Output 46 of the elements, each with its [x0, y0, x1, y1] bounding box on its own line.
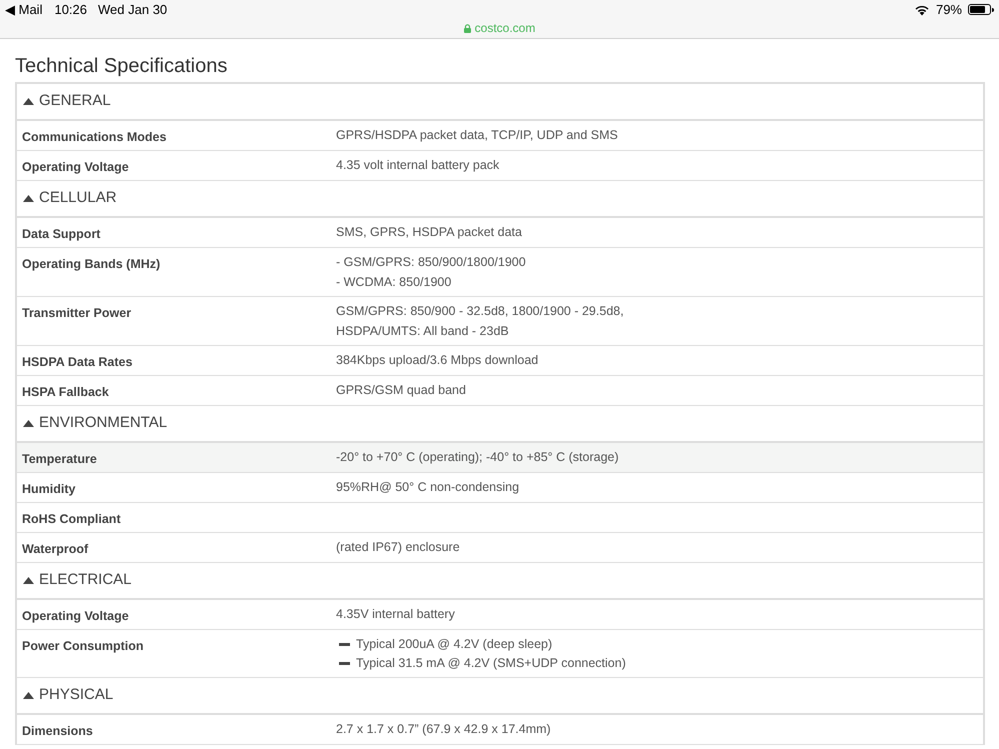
triangle-icon — [23, 420, 34, 427]
spec-label: HSDPA Data Rates — [22, 355, 132, 369]
page-title: Technical Specifications — [15, 54, 228, 79]
status-date: Wed Jan 30 — [98, 0, 168, 19]
spec-value: 4.35 volt internal battery pack — [336, 157, 500, 174]
spec-label: Data Support — [22, 227, 100, 241]
spec-label: Operating Bands (MHz) — [22, 257, 160, 271]
spec-value: - WCDMA: 850/1900 — [336, 274, 452, 291]
spec-label: Communications Modes — [22, 130, 166, 144]
spec-value: Typical 200uA @ 4.2V (deep sleep) — [356, 636, 552, 653]
triangle-icon — [23, 577, 34, 584]
spec-value: GPRS/HSDPA packet data, TCP/IP, UDP and SMS — [336, 127, 619, 144]
spec-label: Humidity — [22, 482, 76, 496]
spec-value: 2.7 x 1.7 x 0.7” (67.9 x 42.9 x 17.4mm) — [336, 721, 552, 738]
spec-value: 4.35V internal battery — [336, 606, 456, 623]
back-to-app-link[interactable]: ◀ Mail — [5, 0, 42, 20]
spec-value: (rated IP67) enclosure — [336, 539, 461, 556]
spec-label: Transmitter Power — [22, 306, 132, 320]
spec-value: - GSM/GPRS: 850/900/1800/1900 — [336, 254, 527, 271]
triangle-icon — [23, 692, 34, 699]
dash-bullet-icon — [339, 662, 350, 664]
spec-value: 384Kbps upload/3.6 Mbps download — [336, 352, 540, 369]
spec-value: 95%RH@ 50° C non-condensing — [336, 479, 520, 496]
triangle-icon — [23, 195, 34, 202]
spec-value: Typical 31.5 mA @ 4.2V (SMS+UDP connection) — [356, 655, 626, 672]
spec-value: SMS, GPRS, HSDPA packet data — [336, 224, 523, 241]
spec-label: Power Consumption — [22, 639, 144, 653]
wifi-icon — [914, 4, 930, 16]
spec-label: Dimensions — [22, 724, 93, 738]
spec-label: RoHS Compliant — [22, 512, 121, 526]
spec-value: GSM/GPRS: 850/900 - 32.5d8, 1800/1900 - 29.5d8, — [336, 303, 625, 320]
spec-label: Operating Voltage — [22, 609, 129, 623]
battery-icon — [968, 4, 994, 15]
dash-bullet-icon — [339, 642, 350, 646]
battery-percent: 79% — [936, 0, 962, 19]
spec-label: Temperature — [22, 452, 97, 466]
status-time: 10:26 — [54, 0, 88, 19]
url-text: costco.com — [474, 20, 536, 37]
spec-value: -20° to +70° C (operating); -40° to +85° C (storage) — [336, 449, 620, 466]
spec-value: HSDPA/UMTS: All band - 23dB — [336, 323, 510, 340]
spec-value: GPRS/GSM quad band — [336, 382, 467, 399]
spec-label: Waterproof — [22, 542, 88, 556]
triangle-icon — [23, 98, 34, 105]
lock-icon — [464, 24, 471, 32]
spec-label: Operating Voltage — [22, 160, 129, 174]
spec-label: HSPA Fallback — [22, 385, 109, 399]
